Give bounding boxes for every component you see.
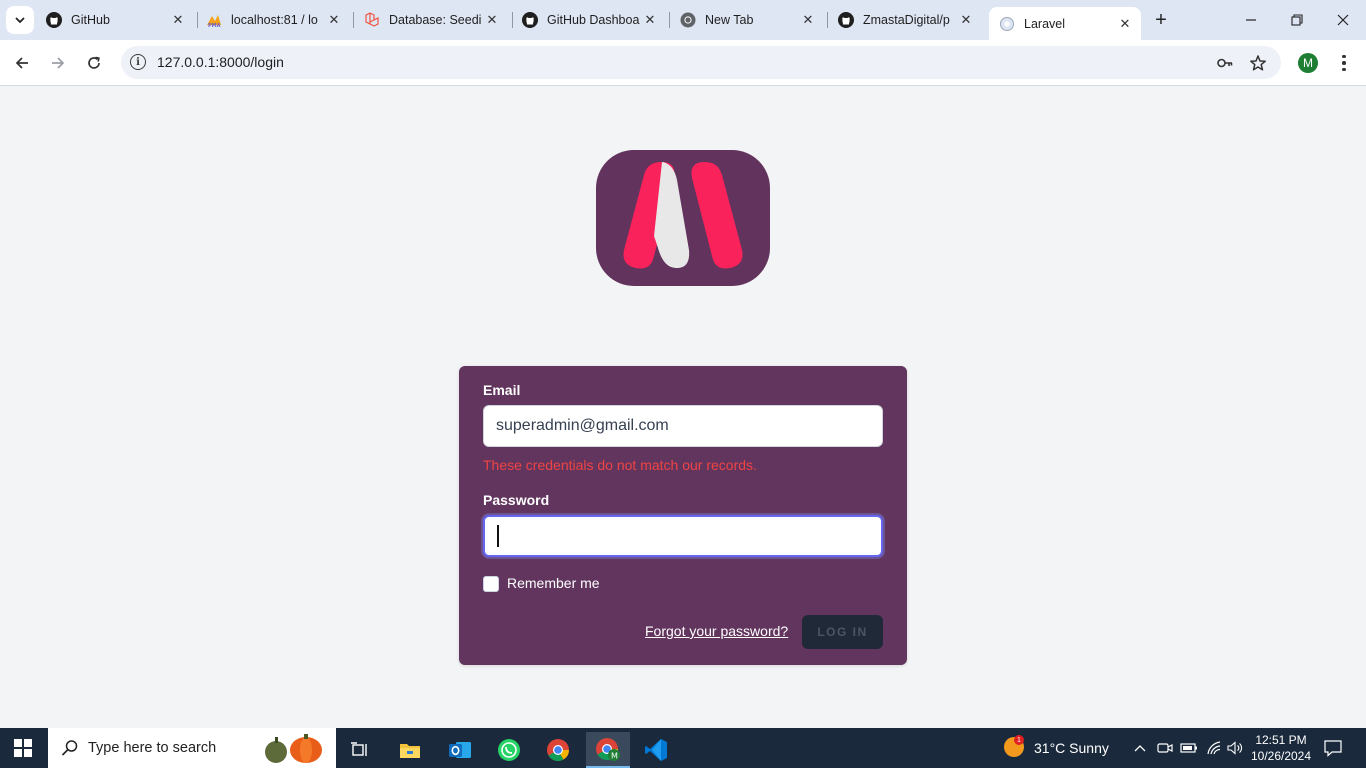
bookmark-star-icon[interactable] (1249, 54, 1267, 72)
tab-search-button[interactable] (6, 6, 34, 34)
github-icon (46, 12, 62, 28)
tab-divider (669, 12, 670, 28)
laravel-icon (364, 12, 380, 28)
tab-laravel-docs[interactable]: Database: Seedin ✕ (364, 6, 502, 34)
login-button[interactable]: LOG IN (802, 615, 883, 649)
tab-phpmyadmin[interactable]: PMA localhost:81 / lo ✕ (206, 6, 344, 34)
address-bar[interactable]: i 127.0.0.1:8000/login (121, 46, 1281, 79)
password-label: Password (483, 492, 550, 508)
search-icon (61, 740, 78, 756)
tab-divider (197, 12, 198, 28)
pumpkin-icon (265, 734, 322, 763)
tab-close-icon[interactable]: ✕ (798, 10, 818, 30)
password-key-icon[interactable] (1216, 54, 1234, 72)
tab-new-tab[interactable]: New Tab ✕ (680, 6, 818, 34)
url-text[interactable]: 127.0.0.1:8000/login (157, 54, 284, 70)
phpmyadmin-icon: PMA (206, 12, 222, 28)
browser-toolbar: i 127.0.0.1:8000/login (0, 40, 1366, 86)
profile-avatar[interactable]: M (1298, 53, 1318, 73)
arrow-left-icon (15, 57, 28, 69)
tab-divider (512, 12, 513, 28)
tab-close-icon[interactable]: ✕ (168, 10, 188, 30)
close-icon (1337, 14, 1349, 26)
tab-github-dashboard[interactable]: GitHub Dashboa ✕ (522, 6, 660, 34)
task-view-icon[interactable] (338, 732, 382, 768)
chevron-up-icon[interactable] (1131, 739, 1149, 757)
tab-github[interactable]: GitHub ✕ (46, 6, 188, 34)
tab-divider (827, 12, 828, 28)
error-message: These credentials do not match our recor… (483, 457, 757, 473)
system-clock[interactable]: 12:51 PM 10/26/2024 (1250, 732, 1312, 764)
restore-icon (1291, 14, 1303, 26)
github-icon (838, 12, 854, 28)
tab-close-icon[interactable]: ✕ (482, 10, 502, 30)
reload-button[interactable] (82, 51, 106, 75)
email-field[interactable]: superadmin@gmail.com (483, 405, 883, 447)
login-card: Email superadmin@gmail.com These credent… (459, 366, 907, 665)
minimize-icon (1246, 19, 1256, 21)
forward-button[interactable] (46, 51, 70, 75)
login-page: Email superadmin@gmail.com These credent… (0, 87, 1366, 728)
tab-close-icon[interactable]: ✕ (1115, 14, 1135, 34)
weather-badge: 1 (1014, 735, 1024, 745)
search-placeholder: Type here to search (88, 740, 217, 756)
tab-title: New Tab (705, 13, 754, 27)
tab-laravel-active[interactable]: Laravel ✕ (989, 7, 1141, 40)
chevron-down-icon (15, 17, 25, 24)
tab-close-icon[interactable]: ✕ (640, 10, 660, 30)
remember-me-checkbox[interactable] (483, 576, 499, 592)
tab-divider (353, 12, 354, 28)
volume-icon[interactable] (1227, 739, 1245, 757)
chrome-profile-icon[interactable]: M (586, 732, 630, 768)
text-caret (497, 525, 499, 547)
tab-title: Laravel (1024, 16, 1065, 31)
new-tab-button[interactable]: + (1150, 9, 1172, 31)
forgot-password-link[interactable]: Forgot your password? (645, 623, 788, 639)
tab-close-icon[interactable]: ✕ (956, 10, 976, 30)
app-logo (596, 150, 770, 286)
clock-date: 10/26/2024 (1250, 749, 1312, 763)
plus-icon: + (1155, 8, 1167, 31)
site-info-icon[interactable]: i (130, 54, 146, 70)
file-explorer-icon[interactable] (388, 732, 432, 768)
arrow-right-icon (52, 57, 65, 69)
windows-start-icon[interactable] (14, 739, 32, 757)
browser-menu-icon[interactable] (1336, 52, 1352, 74)
github-icon (522, 12, 538, 28)
email-value: superadmin@gmail.com (496, 417, 669, 434)
wifi-icon[interactable] (1205, 739, 1223, 757)
windows-taskbar: Type here to search M 1 31°C Sunny 12:51… (0, 728, 1366, 768)
browser-tab-strip: GitHub ✕ PMA localhost:81 / lo ✕ Databas… (0, 0, 1366, 40)
restore-button[interactable] (1282, 8, 1312, 32)
outlook-icon[interactable] (438, 732, 482, 768)
back-button[interactable] (10, 51, 34, 75)
tab-close-icon[interactable]: ✕ (324, 10, 344, 30)
tab-title: ZmastaDigital/p (863, 13, 950, 27)
whatsapp-icon[interactable] (487, 732, 531, 768)
tab-title: localhost:81 / lo (231, 13, 318, 27)
svg-text:PMA: PMA (208, 23, 221, 28)
tab-title: GitHub Dashboa (547, 13, 640, 27)
battery-icon[interactable] (1180, 739, 1198, 757)
tab-title: Database: Seedin (389, 13, 482, 27)
taskbar-search-box[interactable]: Type here to search (48, 728, 336, 768)
weather-text[interactable]: 31°C Sunny (1034, 740, 1109, 756)
tab-title: GitHub (71, 13, 110, 27)
notification-icon[interactable] (1324, 739, 1342, 757)
chrome-icon[interactable] (536, 732, 580, 768)
email-label: Email (483, 382, 521, 398)
tab-zmasta-repo[interactable]: ZmastaDigital/p ✕ (838, 6, 976, 34)
svg-text:M: M (611, 752, 618, 761)
minimize-button[interactable] (1236, 8, 1266, 32)
reload-icon (88, 56, 100, 69)
page-icon (999, 16, 1015, 32)
password-field[interactable] (483, 515, 883, 557)
clock-time: 12:51 PM (1255, 733, 1307, 747)
meet-now-icon[interactable] (1156, 739, 1174, 757)
remember-me-label[interactable]: Remember me (507, 575, 600, 591)
vscode-icon[interactable] (634, 732, 678, 768)
chrome-icon (680, 12, 696, 28)
close-window-button[interactable] (1328, 8, 1358, 32)
